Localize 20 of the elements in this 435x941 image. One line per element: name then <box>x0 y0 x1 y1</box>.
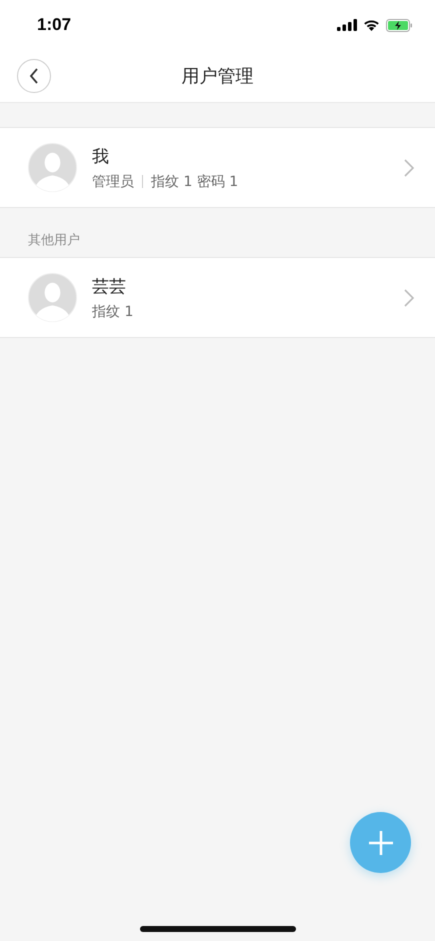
user-row[interactable]: 我 管理员 指纹 1 密码 1 <box>0 127 435 208</box>
wifi-icon <box>363 19 380 31</box>
signal-icon <box>337 19 357 31</box>
user-detail: 指纹 1 密码 1 <box>151 172 238 190</box>
chevron-right-icon <box>403 158 415 178</box>
status-time: 1:07 <box>37 15 72 35</box>
plus-icon <box>368 830 394 856</box>
user-detail: 管理员 <box>92 172 134 190</box>
section-header: 其他用户 <box>28 232 80 248</box>
page-title: 用户管理 <box>182 65 254 88</box>
chevron-right-icon <box>403 288 415 308</box>
avatar-icon <box>28 273 77 322</box>
back-button[interactable] <box>17 59 51 93</box>
avatar-icon <box>28 143 77 192</box>
battery-charging-icon <box>386 18 413 32</box>
user-name: 我 <box>92 146 110 168</box>
user-detail: 指纹 1 <box>92 302 134 320</box>
user-name: 芸芸 <box>92 276 127 298</box>
user-row[interactable]: 芸芸 指纹 1 <box>0 257 435 338</box>
chevron-left-icon <box>29 68 39 84</box>
